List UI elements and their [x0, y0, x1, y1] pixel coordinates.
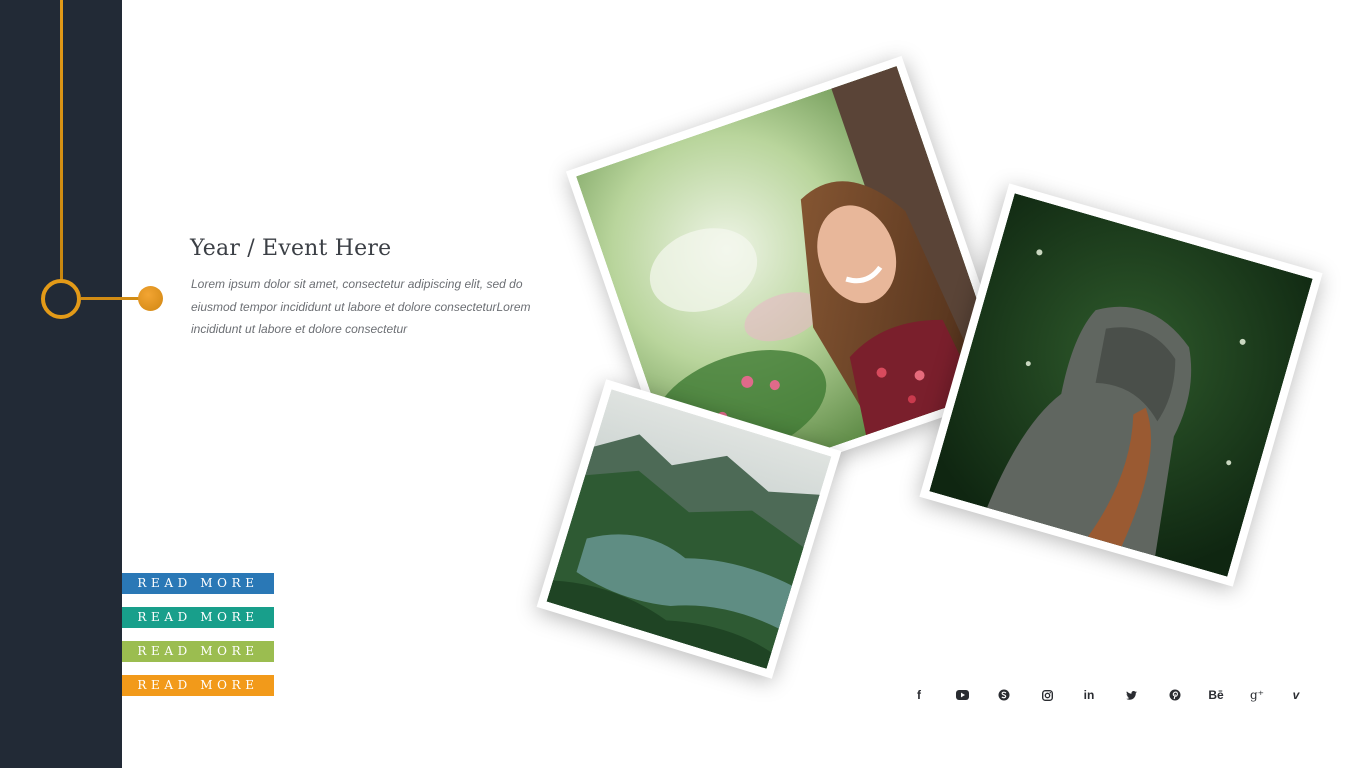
social-links: f in Bē g⁺ v	[906, 684, 1308, 706]
vimeo-icon[interactable]: v	[1283, 684, 1309, 706]
read-more-button-teal[interactable]: READ MORE	[122, 607, 274, 628]
behance-icon[interactable]: Bē	[1203, 684, 1229, 706]
timeline-dot	[138, 286, 163, 311]
skype-icon[interactable]	[991, 684, 1017, 706]
hooded-person-photo	[929, 193, 1313, 577]
timeline-line	[60, 0, 63, 282]
facebook-icon[interactable]: f	[906, 684, 932, 706]
youtube-icon[interactable]	[949, 684, 975, 706]
timeline-connector	[81, 297, 141, 300]
event-title: Year / Event Here	[190, 236, 392, 261]
event-description: Lorem ipsum dolor sit amet, consectetur …	[191, 277, 531, 336]
read-more-button-blue[interactable]: READ MORE	[122, 573, 274, 594]
google-plus-icon[interactable]: g⁺	[1244, 684, 1270, 706]
twitter-icon[interactable]	[1118, 684, 1144, 706]
photo-frame-hooded-person	[919, 183, 1323, 587]
read-more-button-orange[interactable]: READ MORE	[122, 675, 274, 696]
instagram-icon[interactable]	[1034, 684, 1060, 706]
timeline-ring	[41, 279, 81, 319]
linkedin-icon[interactable]: in	[1076, 684, 1102, 706]
pinterest-icon[interactable]	[1162, 684, 1188, 706]
read-more-button-green[interactable]: READ MORE	[122, 641, 274, 662]
